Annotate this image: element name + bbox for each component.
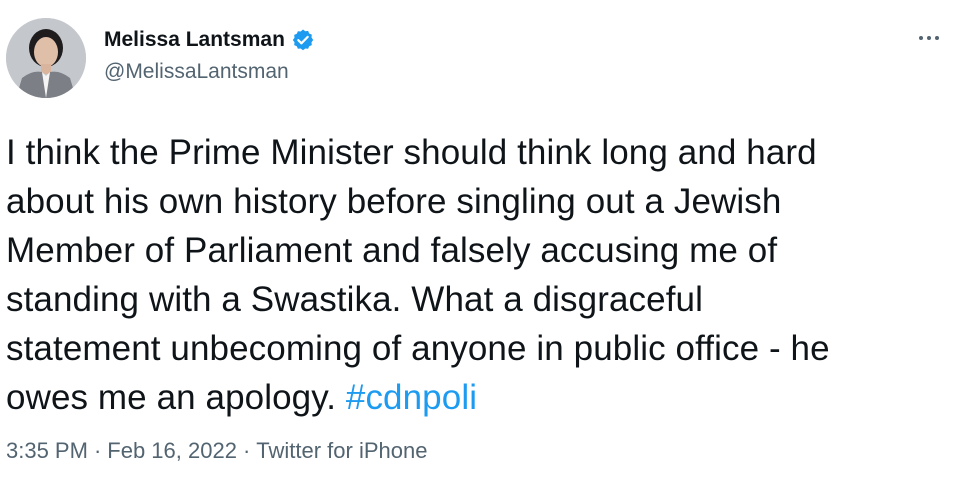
dot-icon: [919, 36, 923, 40]
name-row: Melissa Lantsman: [104, 22, 315, 58]
dot-icon: [935, 36, 939, 40]
author-block: Melissa Lantsman @MelissaLantsman: [104, 22, 315, 84]
meta-separator: ·: [93, 438, 102, 463]
user-handle[interactable]: @MelissaLantsman: [104, 60, 315, 84]
avatar[interactable]: [6, 18, 86, 98]
hashtag-link[interactable]: #cdnpoli: [346, 378, 477, 417]
verified-badge-icon: [291, 28, 315, 52]
tweet-body: I think the Prime Minister should think …: [6, 133, 830, 417]
tweet-time[interactable]: 3:35 PM: [6, 438, 88, 464]
tweet-date[interactable]: Feb 16, 2022: [107, 438, 237, 464]
tweet-meta: 3:35 PM · Feb 16, 2022 · Twitter for iPh…: [6, 438, 427, 464]
profile-photo: [6, 18, 86, 98]
dot-icon: [927, 36, 931, 40]
tweet-card: Melissa Lantsman @MelissaLantsman I thin…: [0, 0, 962, 488]
display-name[interactable]: Melissa Lantsman: [104, 28, 285, 52]
tweet-text: I think the Prime Minister should think …: [6, 128, 950, 422]
tweet-source[interactable]: Twitter for iPhone: [256, 438, 427, 464]
meta-separator: ·: [242, 438, 251, 463]
more-options-icon[interactable]: [912, 24, 946, 52]
